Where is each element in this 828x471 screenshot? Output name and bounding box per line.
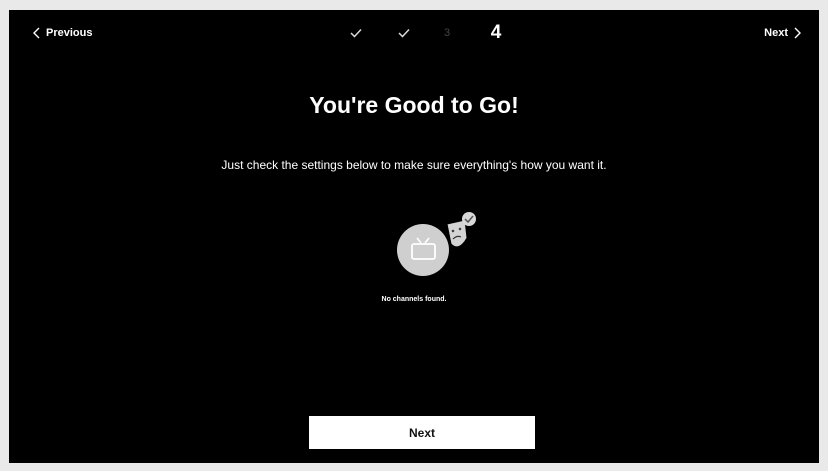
page-subtitle: Just check the settings below to make su… <box>221 158 607 172</box>
setup-screen: Previous 3 4 Next You're Good to Go! Jus… <box>9 10 819 463</box>
checkmark-icon <box>398 28 410 38</box>
previous-label: Previous <box>46 27 93 39</box>
next-nav-button[interactable]: Next <box>764 27 801 39</box>
previous-button[interactable]: Previous <box>33 27 92 39</box>
next-nav-label: Next <box>764 27 788 39</box>
page-title: You're Good to Go! <box>309 92 519 118</box>
step-1-complete <box>349 21 363 45</box>
no-channels-illustration <box>397 212 476 276</box>
sad-face-icon <box>446 219 468 248</box>
checkmark-badge-icon <box>462 212 476 226</box>
step-3: 3 <box>443 27 451 39</box>
step-4-current: 4 <box>490 22 502 43</box>
checkmark-icon <box>350 28 362 38</box>
step-2-complete <box>397 21 411 45</box>
next-button[interactable]: Next <box>309 416 535 449</box>
tv-circle-icon <box>397 224 449 276</box>
step-indicator: 3 4 <box>339 21 509 45</box>
chevron-left-icon <box>33 27 40 39</box>
status-caption: No channels found. <box>381 296 447 303</box>
chevron-right-icon <box>794 27 801 39</box>
